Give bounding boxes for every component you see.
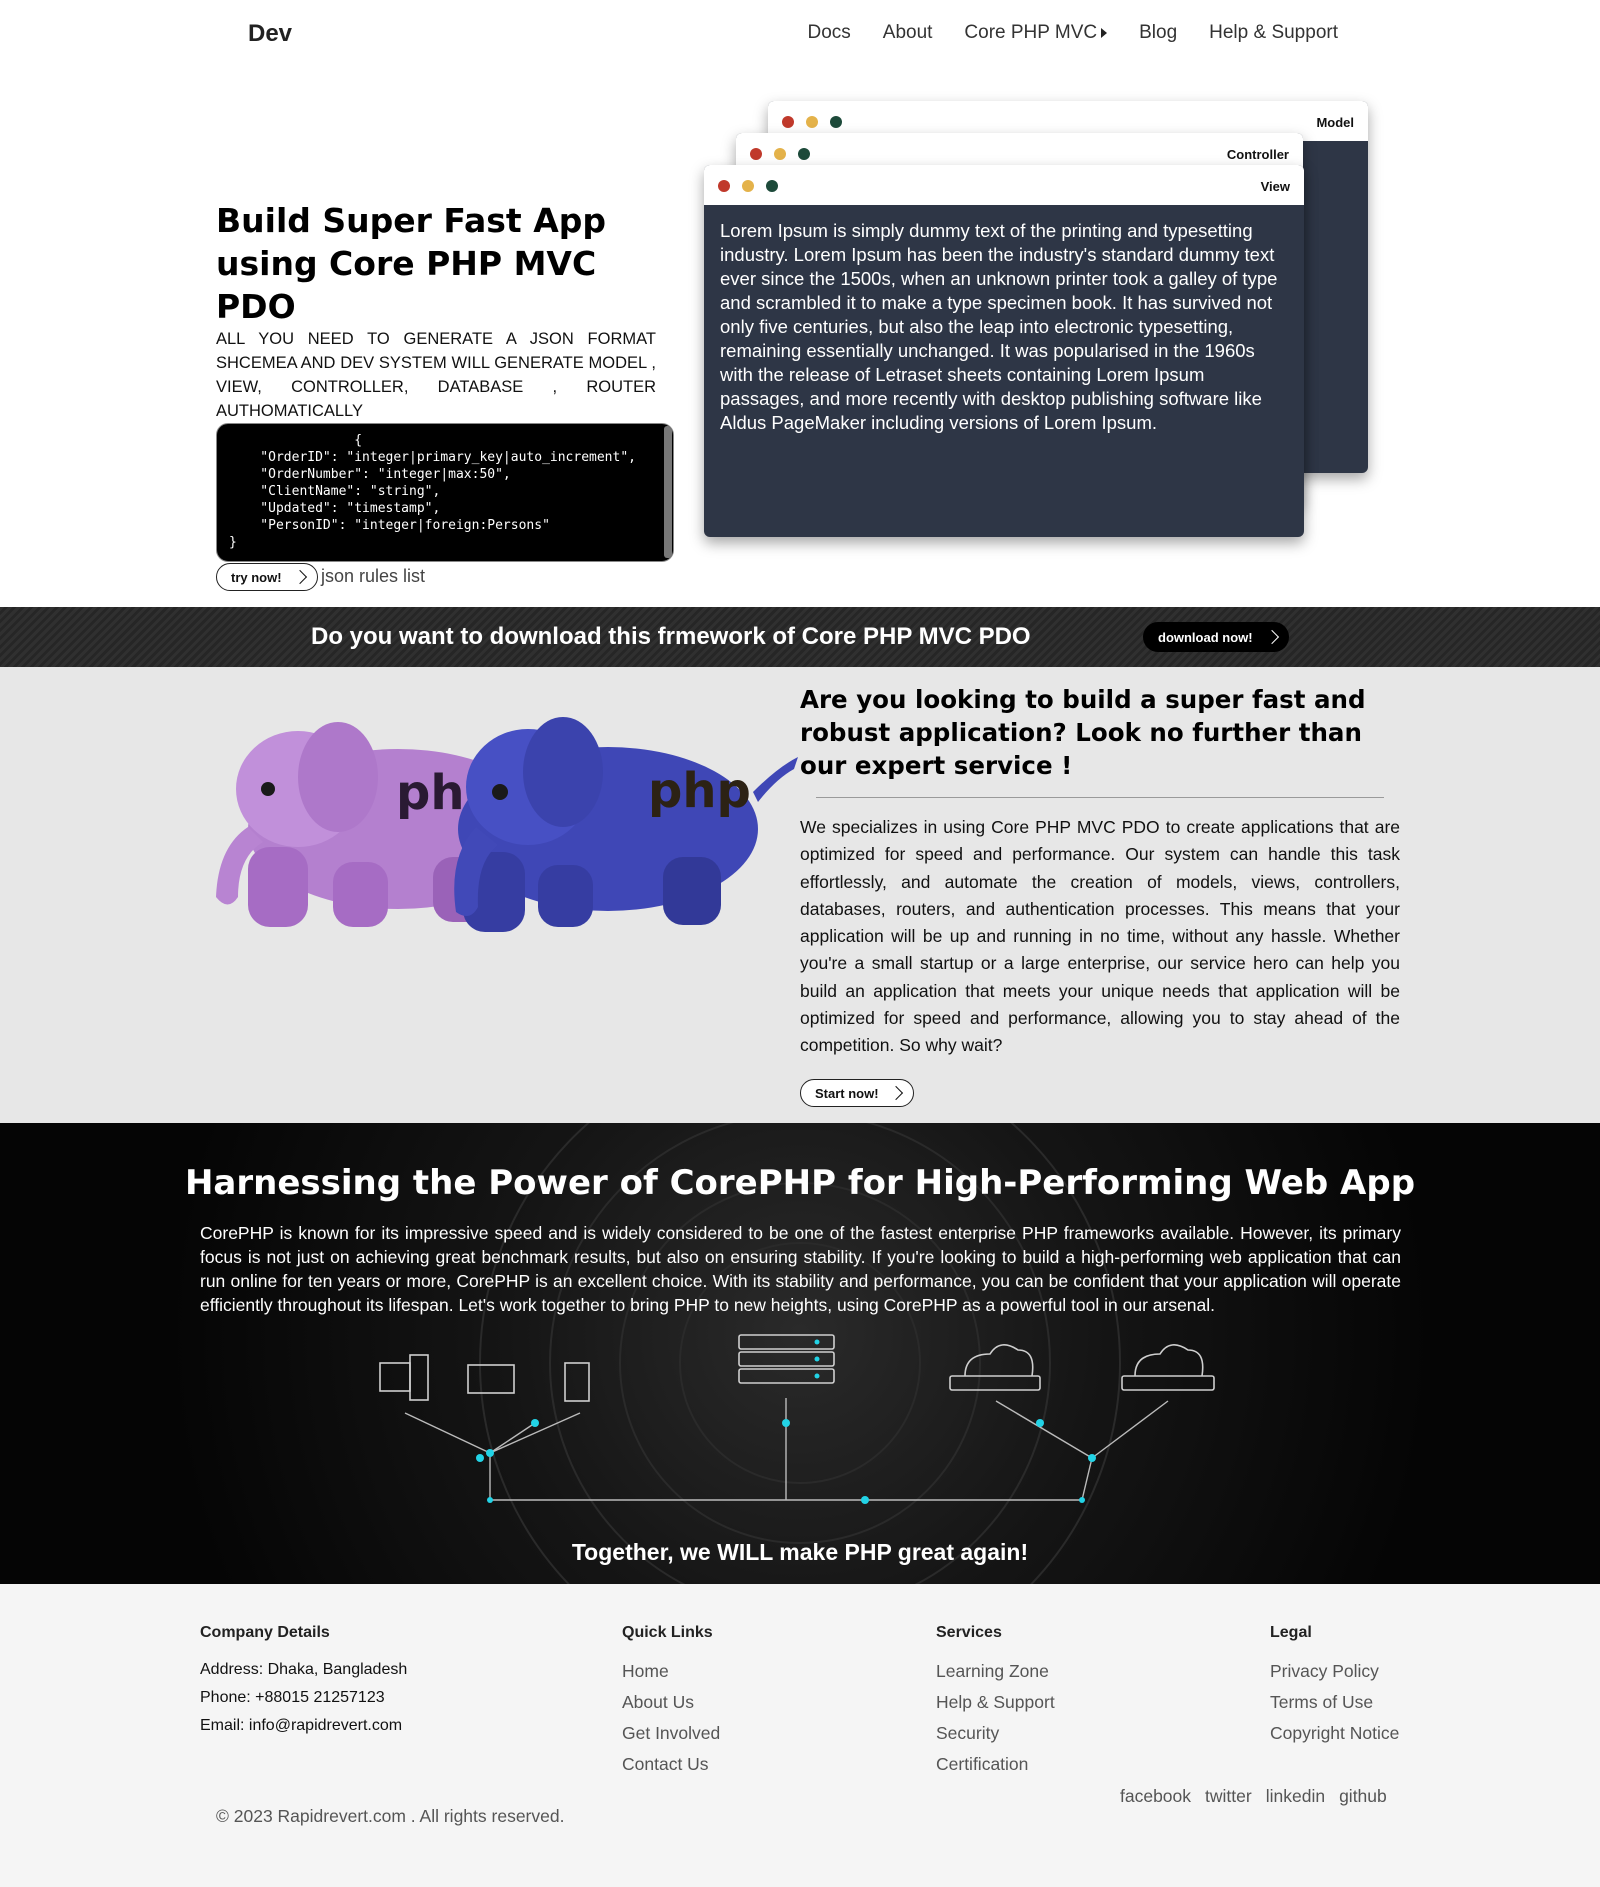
- footer-services: Services Learning Zone Help & Support Se…: [936, 1624, 1055, 1780]
- chevron-right-icon: [888, 1085, 904, 1101]
- footer-link-copyright-notice[interactable]: Copyright Notice: [1270, 1718, 1399, 1749]
- close-dot-icon: [718, 180, 730, 192]
- nav-link-about[interactable]: About: [883, 22, 933, 44]
- minimize-dot-icon: [774, 148, 786, 160]
- download-banner-text: Do you want to download this frmework of…: [311, 623, 1031, 650]
- service-title: Are you looking to build a super fast an…: [800, 685, 1366, 780]
- close-dot-icon: [750, 148, 762, 160]
- footer-link-about-us[interactable]: About Us: [622, 1687, 720, 1718]
- power-title: Harnessing the Power of CorePHP for High…: [184, 1163, 1416, 1203]
- site-footer: Company Details Address: Dhaka, Banglade…: [0, 1584, 1600, 1887]
- footer-link-certification[interactable]: Certification: [936, 1749, 1055, 1780]
- copyright-text: © 2023 Rapidrevert.com . All rights rese…: [216, 1806, 565, 1826]
- social-link-github[interactable]: github: [1339, 1786, 1387, 1807]
- blue-elephant: php: [454, 717, 798, 932]
- model-window-title: Model: [1316, 115, 1354, 130]
- chevron-right-icon: [1264, 629, 1280, 645]
- view-window-body: Lorem Ipsum is simply dummy text of the …: [720, 220, 1278, 433]
- json-rules-link[interactable]: json rules list: [321, 566, 425, 587]
- power-section: Harnessing the Power of CorePHP for High…: [0, 1123, 1600, 1584]
- try-now-button[interactable]: try now!: [216, 563, 318, 591]
- social-link-linkedin[interactable]: linkedin: [1266, 1786, 1325, 1807]
- divider: [816, 797, 1384, 798]
- device-icons: [379, 1334, 1215, 1402]
- brand-logo[interactable]: Dev: [248, 20, 292, 48]
- footer-link-privacy-policy[interactable]: Privacy Policy: [1270, 1656, 1399, 1687]
- footer-link-get-involved[interactable]: Get Involved: [622, 1718, 720, 1749]
- close-dot-icon: [782, 116, 794, 128]
- navbar: Dev Docs About Core PHP MVC Blog Help & …: [0, 0, 1600, 69]
- caret-right-icon: [1101, 28, 1108, 38]
- footer-link-help-support[interactable]: Help & Support: [936, 1687, 1055, 1718]
- download-now-label: download now!: [1158, 629, 1253, 645]
- nav-link-blog[interactable]: Blog: [1139, 22, 1177, 44]
- controller-window-title: Controller: [1226, 147, 1289, 162]
- maximize-dot-icon: [766, 180, 778, 192]
- hero-subtitle: ALL YOU NEED TO GENERATE A JSON FORMAT S…: [216, 330, 656, 420]
- social-link-twitter[interactable]: twitter: [1205, 1786, 1252, 1807]
- footer-link-home[interactable]: Home: [622, 1656, 720, 1687]
- chevron-right-icon: [292, 569, 308, 585]
- footer-heading: Quick Links: [622, 1624, 713, 1641]
- footer-link-contact-us[interactable]: Contact Us: [622, 1749, 720, 1780]
- hero-section: Build Super Fast App using Core PHP MVC …: [0, 69, 1600, 607]
- footer-legal: Legal Privacy Policy Terms of Use Copyri…: [1270, 1624, 1399, 1749]
- minimize-dot-icon: [806, 116, 818, 128]
- nav-link-docs[interactable]: Docs: [807, 22, 850, 44]
- view-window: View Lorem Ipsum is simply dummy text of…: [704, 165, 1304, 537]
- maximize-dot-icon: [830, 116, 842, 128]
- view-window-title: View: [1260, 179, 1290, 194]
- nav-dropdown-core-php-mvc[interactable]: Core PHP MVC: [964, 22, 1108, 44]
- company-email: Email: info@rapidrevert.com: [200, 1717, 403, 1734]
- download-now-button[interactable]: download now!: [1143, 622, 1289, 652]
- json-schema-editor[interactable]: { "OrderID": "integer|primary_key|auto_i…: [216, 423, 674, 562]
- footer-heading: Company Details: [200, 1624, 330, 1641]
- start-now-button[interactable]: Start now!: [800, 1079, 914, 1107]
- footer-heading: Services: [936, 1624, 1002, 1641]
- blue-elephant-php-text: php: [648, 763, 751, 819]
- footer-link-learning-zone[interactable]: Learning Zone: [936, 1656, 1055, 1687]
- footer-quick-links: Quick Links Home About Us Get Involved C…: [622, 1624, 720, 1780]
- footer-link-terms-of-use[interactable]: Terms of Use: [1270, 1687, 1399, 1718]
- nav-dropdown-label: Core PHP MVC: [964, 22, 1098, 43]
- nav-link-help-support[interactable]: Help & Support: [1209, 22, 1338, 44]
- company-phone: Phone: +88015 21257123: [200, 1689, 385, 1706]
- footer-company-details: Company Details Address: Dhaka, Banglade…: [200, 1624, 407, 1740]
- maximize-dot-icon: [798, 148, 810, 160]
- social-links: facebook twitter linkedin github: [1120, 1786, 1387, 1807]
- nav-links: Docs About Core PHP MVC Blog Help & Supp…: [807, 22, 1338, 44]
- footer-link-security[interactable]: Security: [936, 1718, 1055, 1749]
- power-tagline: Together, we WILL make PHP great again!: [571, 1539, 1029, 1565]
- power-description: CorePHP is known for its impressive spee…: [200, 1223, 1401, 1315]
- code-scrollbar[interactable]: [664, 426, 672, 558]
- start-now-label: Start now!: [815, 1085, 879, 1101]
- minimize-dot-icon: [742, 180, 754, 192]
- company-address: Address: Dhaka, Bangladesh: [200, 1661, 408, 1678]
- try-now-label: try now!: [231, 569, 282, 585]
- social-link-facebook[interactable]: facebook: [1120, 1786, 1191, 1807]
- hero-title: Build Super Fast App using Core PHP MVC …: [216, 201, 606, 326]
- footer-heading: Legal: [1270, 1624, 1312, 1641]
- json-schema-code[interactable]: { "OrderID": "integer|primary_key|auto_i…: [217, 424, 673, 559]
- network-lines: [404, 1398, 1169, 1501]
- service-section: php php Are you looking to build a super…: [0, 667, 1600, 1123]
- php-elephants-image: php php: [216, 717, 798, 932]
- service-description: We specializes in using Core PHP MVC PDO…: [800, 817, 1400, 1056]
- download-banner: Do you want to download this frmework of…: [0, 607, 1600, 667]
- window-titlebar: View: [704, 165, 1304, 205]
